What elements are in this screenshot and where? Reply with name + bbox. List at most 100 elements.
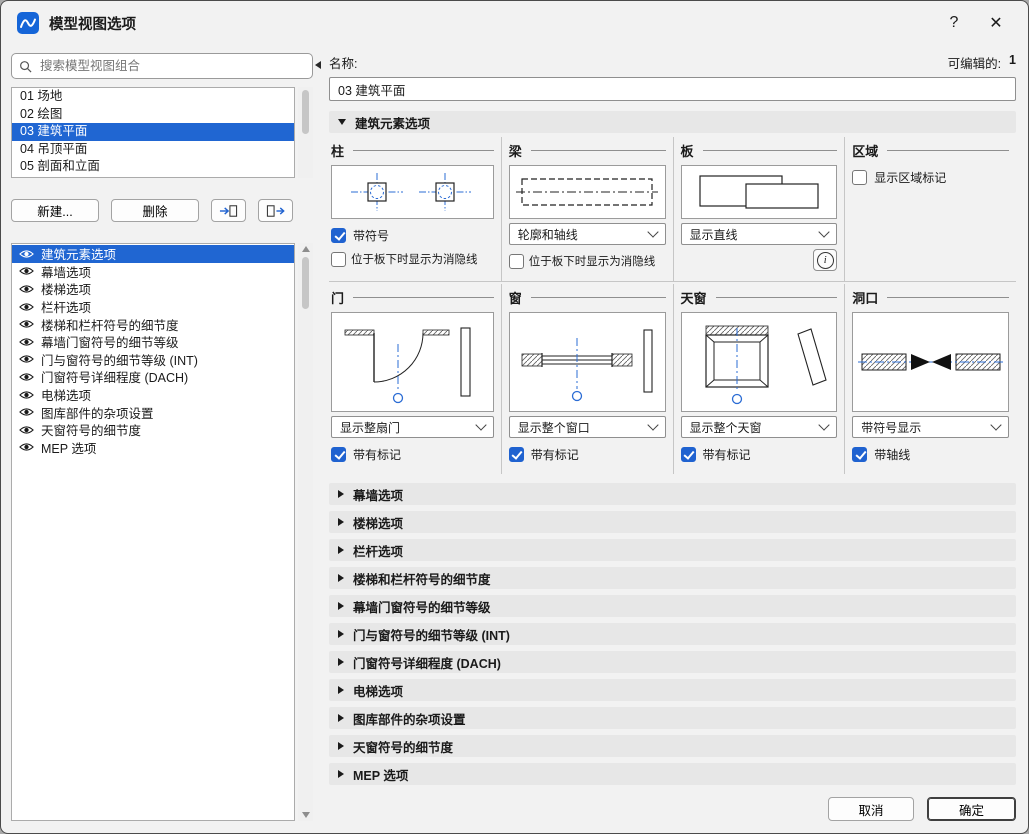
scroll-up-icon[interactable]: [302, 246, 310, 252]
options-item[interactable]: 楼梯选项: [12, 280, 294, 298]
options-item[interactable]: 幕墙门窗符号的细节等级: [12, 333, 294, 351]
section-stair-railing-symbol-detail[interactable]: 楼梯和栏杆符号的细节度: [329, 567, 1016, 589]
section-building-elements[interactable]: 建筑元素选项: [329, 111, 1016, 133]
options-item-label: MEP 选项: [41, 438, 96, 457]
combination-item[interactable]: 05 剖面和立面: [12, 158, 294, 176]
combination-item[interactable]: 02 绘图: [12, 106, 294, 124]
section-railing[interactable]: 栏杆选项: [329, 539, 1016, 561]
chevron-right-icon: [338, 686, 344, 694]
door-display-select[interactable]: 显示整扇门: [331, 416, 494, 438]
section-label: 门与窗符号的细节等级 (INT): [353, 625, 510, 644]
delete-button[interactable]: 删除: [111, 199, 199, 222]
checkbox-box: [509, 447, 524, 462]
eye-icon[interactable]: [18, 354, 34, 364]
eye-icon[interactable]: [18, 425, 34, 435]
new-button[interactable]: 新建...: [11, 199, 99, 222]
select-value: 轮廓和轴线: [518, 226, 578, 243]
options-item[interactable]: 门窗符号详细程度 (DACH): [12, 368, 294, 386]
eye-icon[interactable]: [18, 390, 34, 400]
options-item[interactable]: 栏杆选项: [12, 298, 294, 316]
window-display-select[interactable]: 显示整个窗口: [509, 416, 666, 438]
options-item[interactable]: 楼梯和栏杆符号的细节度: [12, 315, 294, 333]
door-marker-checkbox[interactable]: 带有标记: [331, 442, 494, 466]
combination-item[interactable]: 01 场地: [12, 88, 294, 106]
section-door-window-detail-int[interactable]: 门与窗符号的细节等级 (INT): [329, 623, 1016, 645]
window-symbol-preview: [509, 312, 666, 412]
options-scrollbar[interactable]: [298, 243, 313, 821]
skylight-display-select[interactable]: 显示整个天窗: [681, 416, 838, 438]
section-label: 幕墙门窗符号的细节等级: [353, 597, 491, 616]
info-button[interactable]: [813, 249, 837, 271]
search-box: [11, 53, 313, 79]
options-list[interactable]: 建筑元素选项 幕墙选项 楼梯选项 栏杆选项: [11, 243, 295, 821]
skylight-marker-checkbox[interactable]: 带有标记: [681, 442, 838, 466]
ok-button[interactable]: 确定: [927, 797, 1016, 821]
section-label: MEP 选项: [353, 765, 408, 784]
combination-scrollbar[interactable]: [298, 87, 313, 178]
beam-under-slab-checkbox[interactable]: 位于板下时显示为消隐线: [509, 249, 666, 273]
eye-icon[interactable]: [18, 372, 34, 382]
skylight-title: 天窗: [681, 288, 707, 307]
import-settings-button[interactable]: [211, 199, 246, 222]
eye-icon[interactable]: [18, 284, 34, 294]
options-item[interactable]: MEP 选项: [12, 439, 294, 457]
scroll-down-icon[interactable]: [302, 812, 310, 818]
section-label: 电梯选项: [353, 681, 403, 700]
options-item[interactable]: 幕墙选项: [12, 263, 294, 281]
eye-icon[interactable]: [18, 337, 34, 347]
section-skylight-symbol-detail[interactable]: 天窗符号的细节度: [329, 735, 1016, 757]
section-curtain-wall-symbol-detail[interactable]: 幕墙门窗符号的细节等级: [329, 595, 1016, 617]
zone-stamp-checkbox[interactable]: 显示区域标记: [852, 165, 1009, 189]
section-curtain-wall[interactable]: 幕墙选项: [329, 483, 1016, 505]
beam-symbol-preview: [509, 165, 666, 219]
select-value: 显示整个窗口: [518, 419, 590, 436]
options-item[interactable]: 天窗符号的细节度: [12, 421, 294, 439]
section-label: 建筑元素选项: [355, 113, 430, 132]
beam-display-select[interactable]: 轮廓和轴线: [509, 223, 666, 245]
eye-icon[interactable]: [18, 249, 34, 259]
section-mep[interactable]: MEP 选项: [329, 763, 1016, 785]
options-item[interactable]: 电梯选项: [12, 386, 294, 404]
options-item-label: 幕墙选项: [41, 262, 91, 281]
close-icon[interactable]: ✕: [980, 8, 1012, 38]
options-item[interactable]: 门与窗符号的细节等级 (INT): [12, 351, 294, 369]
zone-group: 区域 显示区域标记: [844, 137, 1016, 281]
collapse-sidebar-icon[interactable]: [315, 61, 321, 69]
beam-title: 梁: [509, 141, 522, 160]
section-door-window-detail-dach[interactable]: 门窗符号详细程度 (DACH): [329, 651, 1016, 673]
cancel-button[interactable]: 取消: [828, 797, 914, 821]
scrollbar-thumb[interactable]: [302, 90, 309, 134]
scrollbar-thumb[interactable]: [302, 257, 309, 309]
export-settings-button[interactable]: [258, 199, 293, 222]
combination-name-input[interactable]: [329, 77, 1016, 101]
options-item[interactable]: 图库部件的杂项设置: [12, 403, 294, 421]
chevron-right-icon: [338, 714, 344, 722]
combination-item[interactable]: 04 吊顶平面: [12, 141, 294, 159]
opening-axis-checkbox[interactable]: 带轴线: [852, 442, 1009, 466]
slab-display-select[interactable]: 显示直线: [681, 223, 838, 245]
name-label: 名称:: [329, 53, 357, 72]
eye-icon[interactable]: [18, 442, 34, 452]
window-marker-checkbox[interactable]: 带有标记: [509, 442, 666, 466]
eye-icon[interactable]: [18, 407, 34, 417]
eye-icon[interactable]: [18, 266, 34, 276]
opening-elements-row: 门 显示整扇门: [329, 284, 1016, 474]
options-item-selected[interactable]: 建筑元素选项: [12, 245, 294, 263]
search-input[interactable]: [38, 58, 305, 74]
eye-icon[interactable]: [18, 319, 34, 329]
help-icon[interactable]: ?: [938, 8, 970, 38]
section-label: 栏杆选项: [353, 541, 403, 560]
section-library-misc[interactable]: 图库部件的杂项设置: [329, 707, 1016, 729]
column-with-symbol-checkbox[interactable]: 带符号: [331, 223, 494, 247]
checkbox-label: 带有标记: [531, 446, 579, 463]
combination-list[interactable]: 01 场地 02 绘图 03 建筑平面 04 吊顶平面 05 剖面和立面: [11, 87, 295, 178]
combination-item-selected[interactable]: 03 建筑平面: [12, 123, 294, 141]
section-stair[interactable]: 楼梯选项: [329, 511, 1016, 533]
eye-icon[interactable]: [18, 302, 34, 312]
section-elevator[interactable]: 电梯选项: [329, 679, 1016, 701]
opening-display-select[interactable]: 带符号显示: [852, 416, 1009, 438]
opening-symbol-preview: [852, 312, 1009, 412]
combination-list-wrap: 01 场地 02 绘图 03 建筑平面 04 吊顶平面 05 剖面和立面: [11, 87, 313, 178]
beam-group: 梁 轮廓和轴线 位于板下时显示为消隐线: [501, 137, 673, 281]
column-under-slab-checkbox[interactable]: 位于板下时显示为消隐线: [331, 247, 494, 271]
